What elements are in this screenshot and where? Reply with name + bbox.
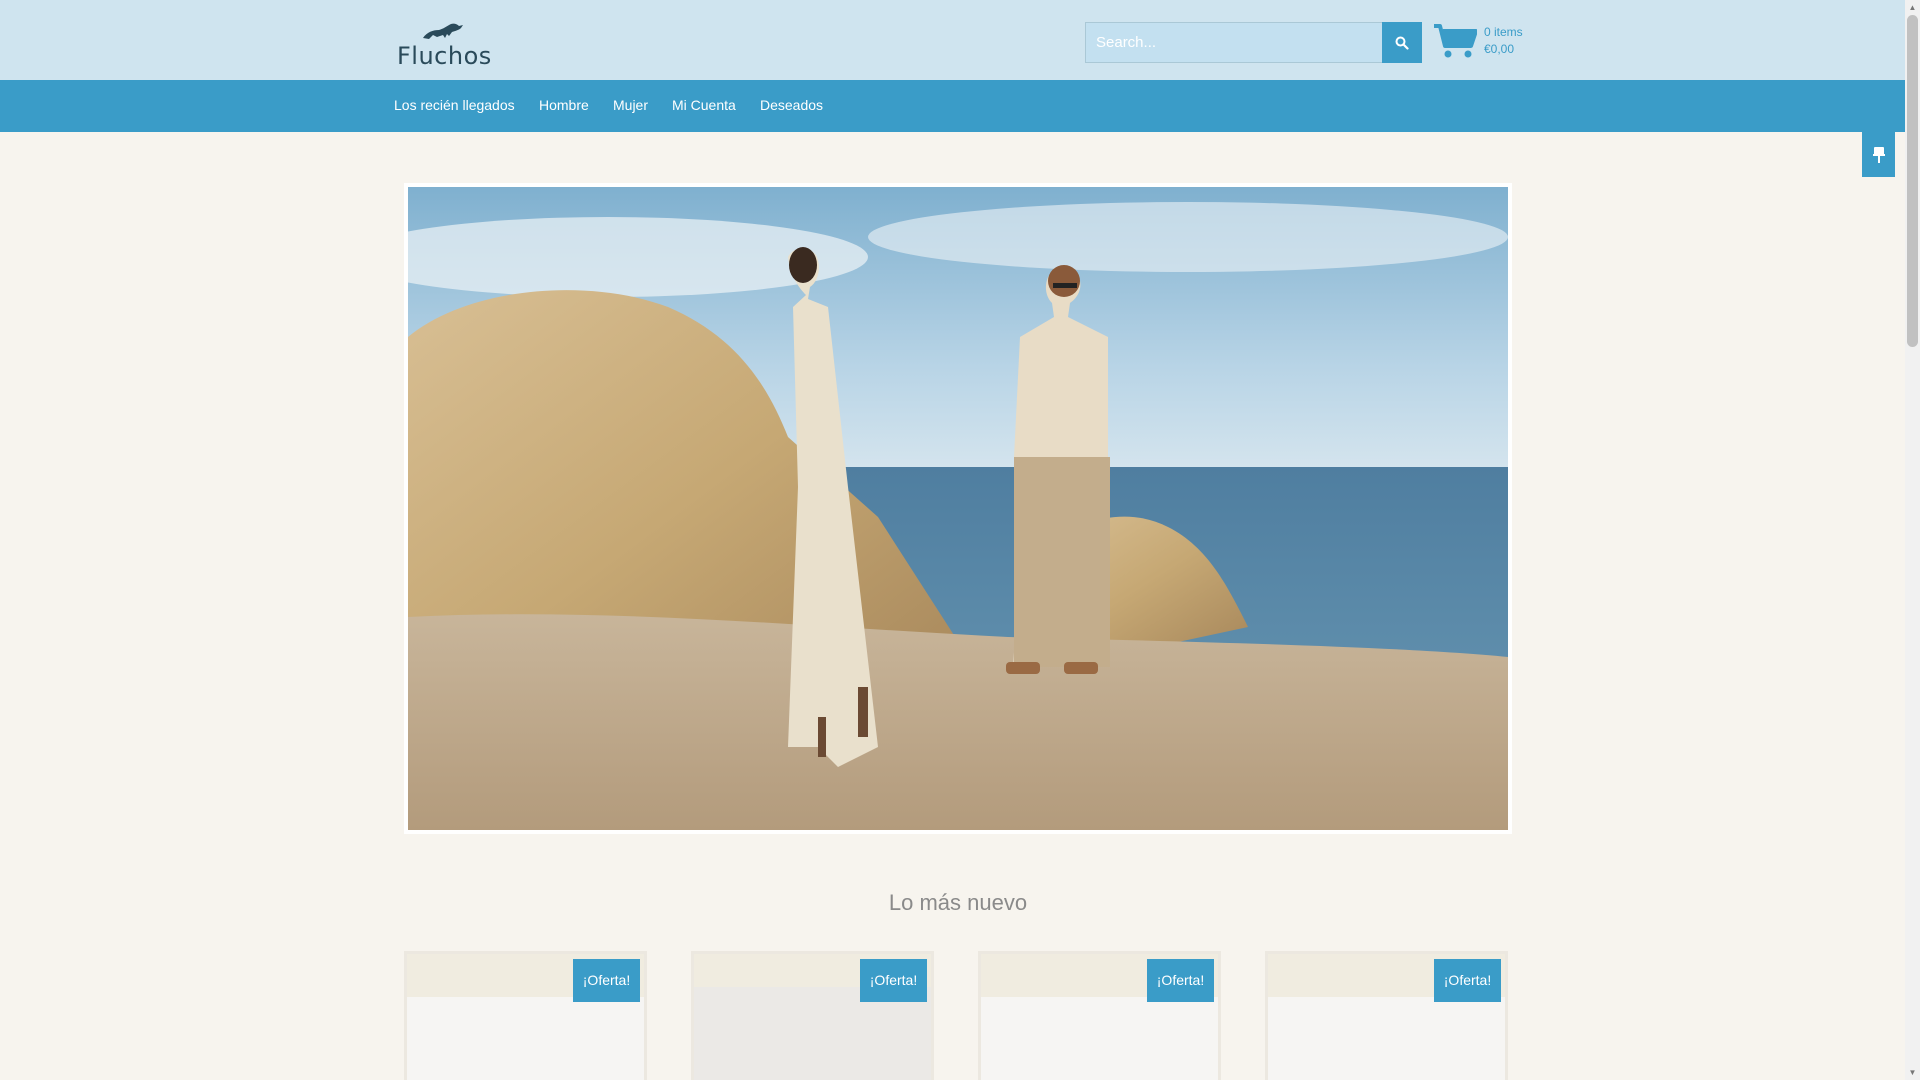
- brand-name: Fluchos: [397, 42, 492, 70]
- scroll-down-arrow-icon[interactable]: ▼: [1905, 1065, 1920, 1080]
- horse-logo-icon: [423, 23, 463, 39]
- sale-badge: ¡Oferta!: [573, 959, 640, 1002]
- product-card[interactable]: ¡Oferta!: [1265, 951, 1508, 1080]
- product-image[interactable]: [407, 997, 644, 1080]
- top-header: Fluchos 0 items €0,00: [0, 0, 1905, 80]
- product-card[interactable]: ¡Oferta!: [404, 951, 647, 1080]
- sale-badge: ¡Oferta!: [1147, 959, 1214, 1002]
- cart-item-count[interactable]: 0 items: [1484, 25, 1523, 39]
- cart-icon[interactable]: [1433, 23, 1477, 59]
- nav-item-mi-cuenta[interactable]: Mi Cuenta: [672, 97, 736, 113]
- main-nav: Los recién llegados Hombre Mujer Mi Cuen…: [0, 80, 1905, 132]
- product-card[interactable]: ¡Oferta!: [978, 951, 1221, 1080]
- sale-badge: ¡Oferta!: [1434, 959, 1501, 1002]
- search-icon: [1395, 36, 1409, 50]
- section-title: Lo más nuevo: [888, 890, 1028, 915]
- product-card[interactable]: ¡Oferta!: [691, 951, 934, 1080]
- nav-item-mujer[interactable]: Mujer: [613, 97, 648, 113]
- search-input[interactable]: [1085, 22, 1382, 63]
- nav-item-hombre[interactable]: Hombre: [539, 97, 589, 113]
- nav-item-new-arrivals[interactable]: Los recién llegados: [394, 97, 515, 113]
- sale-badge: ¡Oferta!: [860, 959, 927, 1002]
- brand-logo[interactable]: Fluchos: [397, 20, 491, 72]
- nav-item-deseados[interactable]: Deseados: [760, 97, 823, 113]
- hero-image: [408, 187, 1508, 830]
- hero-banner[interactable]: [404, 183, 1512, 834]
- pin-toggle-button[interactable]: [1862, 132, 1895, 177]
- product-image[interactable]: [1268, 997, 1505, 1080]
- scroll-up-arrow-icon[interactable]: ▲: [1905, 0, 1920, 15]
- scrollbar-thumb[interactable]: [1907, 15, 1918, 347]
- product-image[interactable]: [981, 997, 1218, 1080]
- cart-total[interactable]: €0,00: [1484, 42, 1514, 56]
- pin-icon: [1872, 146, 1885, 163]
- search-button[interactable]: [1382, 22, 1422, 63]
